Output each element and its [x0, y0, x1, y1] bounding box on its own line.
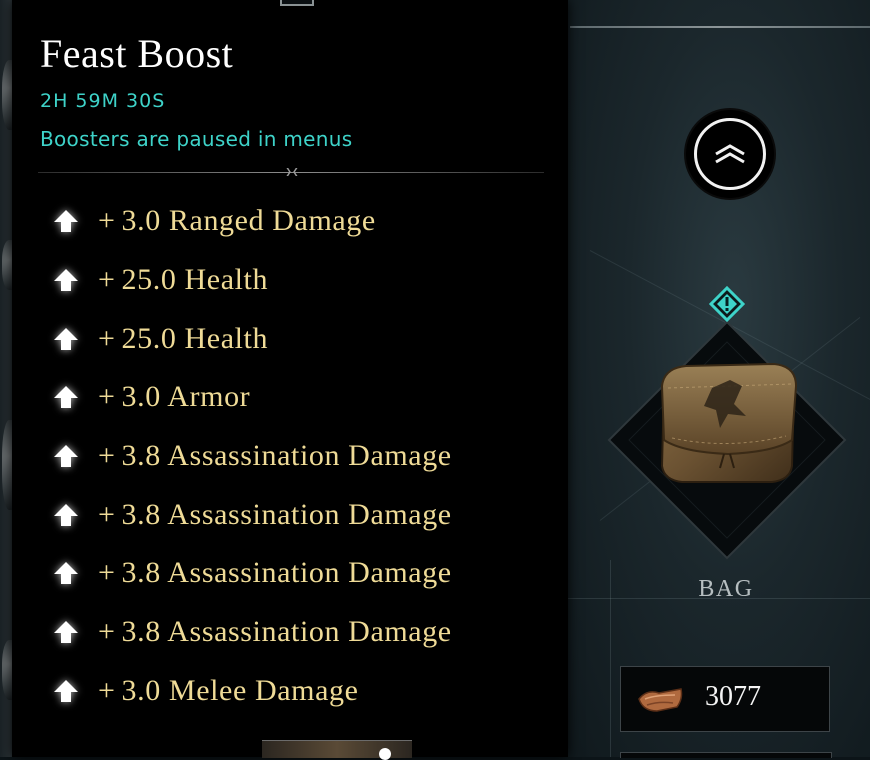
- arrow-up-icon: [52, 442, 80, 470]
- arrow-up-icon: [52, 266, 80, 294]
- stat-prefix: +: [98, 204, 116, 238]
- stat-value: 25.0 Health: [121, 263, 269, 297]
- stat-prefix: +: [98, 497, 116, 531]
- stat-prefix: +: [98, 615, 116, 649]
- stat-value: 3.8 Assassination Damage: [121, 556, 452, 590]
- stat-value: 3.8 Assassination Damage: [121, 439, 452, 473]
- frame-tab: [280, 0, 314, 6]
- stat-row: +3.0 Armor: [52, 368, 562, 427]
- stat-row: +3.8 Assassination Damage: [52, 427, 562, 486]
- stat-value: 3.8 Assassination Damage: [121, 497, 452, 531]
- stat-prefix: +: [98, 673, 116, 707]
- stat-value: 3.0 Armor: [121, 380, 251, 414]
- booster-timer: 2H 59M 30S: [40, 90, 166, 112]
- inventory-slot-partial[interactable]: [620, 752, 832, 758]
- leather-icon: [637, 685, 685, 715]
- stat-text: +25.0 Health: [98, 263, 268, 297]
- stat-row: +25.0 Health: [52, 309, 562, 368]
- stat-text: +25.0 Health: [98, 322, 268, 356]
- slot-label: BAG: [698, 576, 754, 602]
- stat-row: +25.0 Health: [52, 251, 562, 310]
- arrow-up-icon: [52, 501, 80, 529]
- stat-prefix: +: [98, 263, 116, 297]
- cursor-dot: [379, 748, 391, 760]
- divider-ornament: ❯❮: [285, 167, 299, 176]
- arrow-up-icon: [52, 618, 80, 646]
- stat-prefix: +: [98, 321, 116, 355]
- stat-value: 25.0 Health: [121, 321, 269, 355]
- stat-text: +3.0 Ranged Damage: [98, 204, 376, 238]
- stat-list: +3.0 Ranged Damage +25.0 Health +25.0 Heal…: [52, 192, 562, 720]
- booster-tooltip: Feast Boost 2H 59M 30S Boosters are paus…: [12, 0, 568, 757]
- currency-display: 3077: [620, 666, 830, 732]
- stat-row: +3.8 Assassination Damage: [52, 603, 562, 662]
- stat-text: +3.0 Melee Damage: [98, 674, 359, 708]
- arrow-up-icon: [52, 677, 80, 705]
- stat-prefix: +: [98, 380, 116, 414]
- bag-item-image: [654, 358, 800, 488]
- stat-row: +3.8 Assassination Damage: [52, 485, 562, 544]
- arrow-up-icon: [52, 559, 80, 587]
- arrow-up-icon: [52, 325, 80, 353]
- collapse-button[interactable]: [686, 110, 774, 198]
- stat-value: 3.8 Assassination Damage: [121, 615, 452, 649]
- stat-prefix: +: [98, 556, 116, 590]
- stat-row: +3.8 Assassination Damage: [52, 544, 562, 603]
- stat-text: +3.8 Assassination Damage: [98, 615, 452, 649]
- stat-text: +3.8 Assassination Damage: [98, 498, 452, 532]
- stat-row: +3.0 Ranged Damage: [52, 192, 562, 251]
- stat-row: +3.0 Melee Damage: [52, 662, 562, 721]
- booster-status: Boosters are paused in menus: [40, 127, 353, 151]
- background-line: [610, 560, 611, 757]
- booster-title: Feast Boost: [40, 31, 234, 76]
- exclamation-icon: [708, 285, 746, 323]
- top-frame-line: [570, 26, 870, 28]
- chevron-up-icon: [712, 138, 748, 168]
- stat-text: +3.8 Assassination Damage: [98, 556, 452, 590]
- stat-text: +3.8 Assassination Damage: [98, 439, 452, 473]
- stat-value: 3.0 Melee Damage: [121, 673, 359, 707]
- stat-text: +3.0 Armor: [98, 380, 250, 414]
- arrow-up-icon: [52, 383, 80, 411]
- arrow-up-icon: [52, 207, 80, 235]
- stat-value: 3.0 Ranged Damage: [121, 204, 376, 238]
- currency-value: 3077: [705, 681, 761, 712]
- stat-prefix: +: [98, 439, 116, 473]
